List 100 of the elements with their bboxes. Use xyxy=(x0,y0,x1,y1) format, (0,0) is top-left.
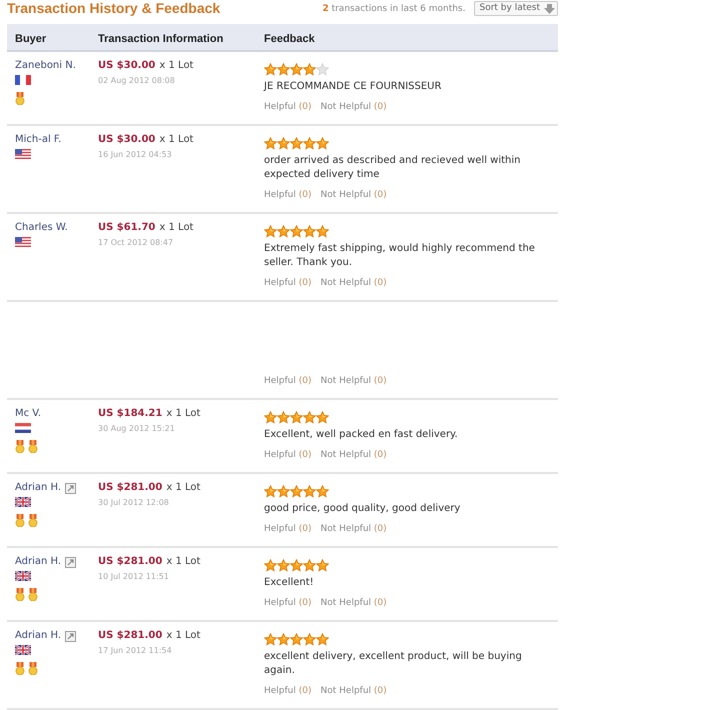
edit-icon[interactable] xyxy=(65,630,76,642)
star-icon xyxy=(290,137,303,150)
helpful-link[interactable]: Helpful (0) xyxy=(264,449,312,461)
star-icon xyxy=(316,137,329,150)
star-icon xyxy=(264,633,277,646)
star-icon xyxy=(264,559,277,572)
medal-icon xyxy=(15,588,25,601)
transaction-date: 30 Aug 2012 15:21 xyxy=(98,423,175,435)
netherlands-flag-icon xyxy=(15,423,31,433)
not-helpful-link[interactable]: Not Helpful (0) xyxy=(320,375,387,387)
not-helpful-link[interactable]: Not Helpful (0) xyxy=(320,685,387,697)
star-icon xyxy=(290,559,303,572)
star-icon xyxy=(303,137,316,150)
helpful-link[interactable]: Helpful (0) xyxy=(264,597,312,609)
sort-dropdown[interactable]: Sort by latest xyxy=(474,1,558,16)
quantity: x 1 Lot xyxy=(159,59,194,73)
not-helpful-link[interactable]: Not Helpful (0) xyxy=(320,523,387,535)
transaction-date: 30 Jul 2012 12:08 xyxy=(98,497,169,509)
down-arrow-icon xyxy=(544,4,555,14)
feedback-comment: Extremely fast shipping, would highly recommend the seller. Thank you. xyxy=(264,242,536,270)
star-icon xyxy=(264,137,277,150)
price: US $30.00 xyxy=(98,59,156,73)
edit-icon[interactable] xyxy=(65,556,76,568)
usa-flag-icon xyxy=(15,237,31,247)
star-icon xyxy=(316,225,329,238)
star-icon xyxy=(303,411,316,424)
not-helpful-link[interactable]: Not Helpful (0) xyxy=(320,597,387,609)
column-header: Feedback xyxy=(264,33,315,45)
helpful-link[interactable]: Helpful (0) xyxy=(264,189,312,201)
buyer-name-link[interactable]: Zaneboni N. xyxy=(15,59,76,73)
buyer-name-link[interactable]: Mc V. xyxy=(15,407,42,421)
feedback-comment: JE RECOMMANDE CE FOURNISSEUR xyxy=(264,80,442,94)
transaction-date: 17 Oct 2012 08:47 xyxy=(98,237,174,249)
transaction-date: 17 Jun 2012 11:54 xyxy=(98,645,172,657)
star-icon xyxy=(290,411,303,424)
star-icon xyxy=(303,633,316,646)
not-helpful-link[interactable]: Not Helpful (0) xyxy=(320,277,387,289)
price: US $281.00 xyxy=(98,629,162,643)
medal-icon xyxy=(15,662,25,675)
star-icon xyxy=(316,559,329,572)
feedback-comment: Excellent, well packed en fast delivery. xyxy=(264,428,459,442)
medal-icon xyxy=(28,588,38,601)
star-icon xyxy=(264,485,277,498)
uk-flag-icon xyxy=(15,497,31,507)
star-icon xyxy=(290,485,303,498)
star-icon xyxy=(277,63,290,76)
star-icon xyxy=(303,485,316,498)
medal-icon xyxy=(15,92,25,105)
usa-flag-icon xyxy=(15,149,31,159)
helpful-link[interactable]: Helpful (0) xyxy=(264,523,312,535)
quantity: x 1 Lot xyxy=(159,133,194,147)
buyer-name-link[interactable]: Mich-al F. xyxy=(15,133,62,147)
star-icon xyxy=(264,411,277,424)
price: US $184.21 xyxy=(98,407,162,421)
helpful-link[interactable]: Helpful (0) xyxy=(264,101,312,113)
star-icon xyxy=(277,137,290,150)
not-helpful-link[interactable]: Not Helpful (0) xyxy=(320,449,387,461)
price: US $30.00 xyxy=(98,133,156,147)
medal-icon xyxy=(28,514,38,527)
price: US $281.00 xyxy=(98,481,162,495)
star-icon xyxy=(303,63,316,76)
france-flag-icon xyxy=(15,75,31,85)
not-helpful-link[interactable]: Not Helpful (0) xyxy=(320,189,387,201)
buyer-name-link[interactable]: Adrian H. xyxy=(15,629,62,643)
star-icon xyxy=(316,633,329,646)
column-header: Buyer xyxy=(15,33,46,45)
uk-flag-icon xyxy=(15,571,31,581)
medal-icon xyxy=(15,514,25,527)
star-icon xyxy=(277,633,290,646)
star-icon xyxy=(290,633,303,646)
buyer-name-link[interactable]: Charles W. xyxy=(15,221,68,235)
not-helpful-link[interactable]: Not Helpful (0) xyxy=(320,101,387,113)
star-icon xyxy=(303,559,316,572)
star-icon xyxy=(290,225,303,238)
quantity: x 1 Lot xyxy=(166,629,200,643)
feedback-comment: Excellent! xyxy=(264,576,315,590)
helpful-link[interactable]: Helpful (0) xyxy=(264,277,312,289)
star-icon xyxy=(277,485,290,498)
helpful-link[interactable]: Helpful (0) xyxy=(264,375,312,387)
star-icon xyxy=(264,225,277,238)
star-icon xyxy=(277,559,290,572)
feedback-comment: order arrived as described and recieved well within expected delivery time xyxy=(264,154,522,182)
buyer-name-link[interactable]: Adrian H. xyxy=(15,555,62,569)
uk-flag-icon xyxy=(15,645,31,655)
star-icon xyxy=(277,225,290,238)
medal-icon xyxy=(15,440,25,453)
helpful-link[interactable]: Helpful (0) xyxy=(264,685,312,697)
quantity: x 1 Lot xyxy=(166,555,200,569)
star-icon xyxy=(290,63,303,76)
edit-icon[interactable] xyxy=(65,482,76,494)
transaction-date: 10 Jul 2012 11:51 xyxy=(98,571,169,583)
quantity: x 1 Lot xyxy=(166,481,200,495)
page-title: Transaction History & Feedback xyxy=(7,0,220,16)
transactions-summary: 2 transactions in last 6 months. xyxy=(322,2,466,16)
price: US $281.00 xyxy=(98,555,162,569)
star-icon xyxy=(303,225,316,238)
column-header: Transaction Information xyxy=(98,33,224,45)
buyer-name-link[interactable]: Adrian H. xyxy=(15,481,62,495)
medal-icon xyxy=(28,662,38,675)
medal-icon xyxy=(28,440,38,453)
